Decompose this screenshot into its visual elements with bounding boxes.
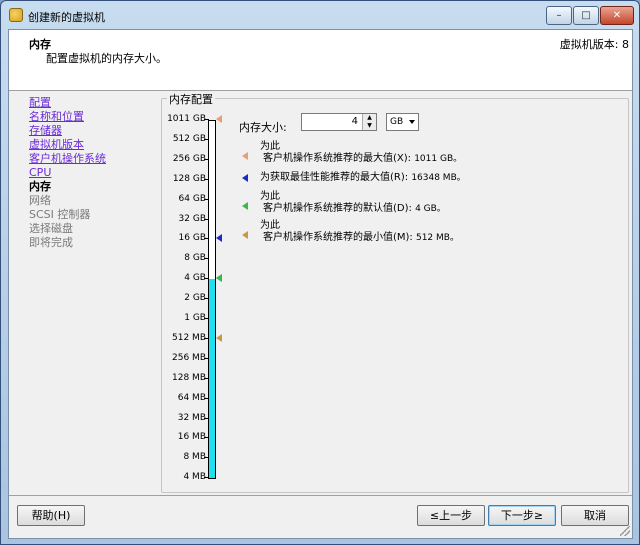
close-button[interactable]: ✕ [600, 6, 634, 25]
nav-step-7: 网络 [29, 194, 51, 207]
scale-label: 8 GB [184, 253, 206, 264]
minimize-button[interactable]: – [546, 6, 572, 25]
legend-label: 客户机操作系统推荐的默认值(D): [263, 203, 416, 214]
legend-text-3: 客户机操作系统推荐的最小值(M): 512 MB。 [263, 232, 459, 244]
legend-value: 1011 GB。 [414, 154, 463, 164]
maximize-button[interactable]: □ [573, 6, 599, 25]
vm-version-label: 虚拟机版本: 8 [559, 38, 629, 51]
legend-prefix: 为此 [260, 141, 280, 152]
page-description: 配置虚拟机的内存大小。 [46, 52, 167, 65]
nav-step-8: SCSI 控制器 [29, 208, 91, 221]
scale-label: 1011 GB [167, 114, 206, 124]
group-title: 内存配置 [167, 91, 215, 107]
legend-label: 客户机操作系统推荐的最小值(M): [263, 232, 416, 243]
next-button[interactable]: 下一步≥ [488, 505, 556, 526]
memory-slider-track[interactable] [208, 120, 216, 479]
nav-step-9: 选择磁盘 [29, 222, 73, 235]
scale-label: 16 GB [178, 233, 206, 244]
nav-step-6: 内存 [29, 180, 51, 193]
scale-label: 256 MB [172, 352, 206, 363]
dialog-client-area: 内存 配置虚拟机的内存大小。 虚拟机版本: 8 配置 名称和位置 存储器 虚拟机版本客… [8, 29, 633, 539]
scale-marker-1 [216, 234, 222, 243]
scale-label: 16 MB [177, 432, 206, 443]
title-bar[interactable]: 创建新的虚拟机 – □ ✕ [1, 1, 639, 29]
legend-text-1: 为获取最佳性能推荐的最大值(R): 16348 MB。 [260, 172, 466, 184]
wizard-window: 创建新的虚拟机 – □ ✕ 内存 配置虚拟机的内存大小。 虚拟机版本: 8 配置… [0, 0, 640, 545]
legend-marker-2 [242, 202, 248, 210]
nav-step-2[interactable]: 存储器 [29, 124, 159, 138]
memory-size-label: 内存大小: [239, 121, 287, 134]
cancel-button[interactable]: 取消 [561, 505, 629, 526]
scale-label: 4 MB [183, 472, 206, 483]
scale-label: 8 MB [183, 452, 206, 463]
stepper-up-icon[interactable]: ▲ [363, 114, 376, 122]
legend-value: 4 GB。 [415, 204, 446, 214]
legend-marker-1 [242, 174, 248, 182]
scale-label: 128 MB [172, 372, 206, 383]
scale-label: 32 GB [178, 213, 206, 224]
nav-step-3[interactable]: 虚拟机版本 [29, 138, 159, 152]
scale-label: 256 GB [172, 153, 206, 164]
nav-step-0[interactable]: 配置 [29, 96, 159, 110]
chevron-down-icon [409, 120, 415, 124]
memory-size-stepper[interactable]: ▲ ▼ [362, 114, 376, 130]
scale-marker-3 [216, 333, 222, 342]
scale-label: 512 GB [172, 133, 206, 144]
legend-prefix: 为此 [260, 220, 280, 231]
nav-step-10: 即将完成 [29, 236, 73, 249]
vmware-app-icon [9, 8, 23, 22]
scale-marker-0 [216, 115, 222, 123]
nav-step-1[interactable]: 名称和位置 [29, 110, 159, 124]
wizard-header: 内存 配置虚拟机的内存大小。 虚拟机版本: 8 [9, 30, 632, 91]
legend-text-0: 客户机操作系统推荐的最大值(X): 1011 GB。 [263, 153, 462, 165]
scale-label: 64 GB [178, 193, 206, 204]
footer-separator [9, 495, 632, 496]
scale-label: 2 GB [184, 293, 206, 304]
legend-prefix: 为此 [260, 191, 280, 202]
stepper-down-icon[interactable]: ▼ [363, 122, 376, 130]
legend-label: 为获取最佳性能推荐的最大值(R): [260, 172, 412, 183]
legend-label: 客户机操作系统推荐的最大值(X): [263, 153, 415, 164]
scale-label: 64 MB [177, 392, 206, 403]
help-button[interactable]: 帮助(H) [17, 505, 85, 526]
legend-text-2: 客户机操作系统推荐的默认值(D): 4 GB。 [263, 203, 446, 215]
window-title: 创建新的虚拟机 [28, 11, 105, 24]
nav-step-4[interactable]: 客户机操作系统 [29, 152, 159, 166]
memory-slider-fill [209, 279, 215, 478]
legend-marker-0 [242, 152, 248, 160]
memory-unit-value: GB [390, 117, 404, 127]
legend-marker-3 [242, 231, 248, 239]
scale-label: 1 GB [184, 313, 206, 323]
scale-label: 4 GB [184, 273, 206, 284]
nav-step-5[interactable]: CPU [29, 166, 159, 180]
scale-label: 32 MB [177, 412, 206, 423]
scale-label: 512 MB [172, 332, 206, 343]
resize-grip[interactable] [620, 526, 630, 536]
slider-thumb-marker[interactable] [216, 274, 222, 283]
wizard-step-list: 配置 名称和位置 存储器 虚拟机版本 客户机操作系统 CPU 内存 网络 SCSI 控制器 选择磁… [29, 96, 159, 250]
legend-value: 512 MB。 [415, 233, 459, 243]
memory-unit-select[interactable]: GB [386, 113, 419, 131]
legend-value: 16348 MB。 [411, 173, 466, 183]
scale-label: 128 GB [172, 173, 206, 184]
back-button[interactable]: ≤上一步 [417, 505, 485, 526]
